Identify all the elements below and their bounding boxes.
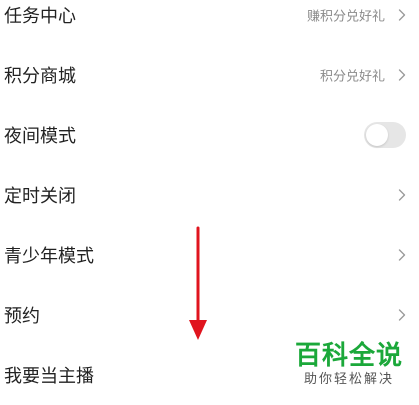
settings-item-sleep-timer[interactable]: 定时关闭 <box>0 165 419 225</box>
watermark-subtitle: 助你轻松解决 <box>303 372 394 387</box>
toggle-knob <box>366 124 388 146</box>
settings-item-label: 预约 <box>4 306 40 327</box>
settings-item-points-mall[interactable]: 积分商城 积分兑好礼 <box>0 45 419 105</box>
settings-item-value: 赚积分兑好礼 <box>306 9 385 25</box>
watermark-logo: 百科全说 助你轻松解决 <box>293 341 405 389</box>
chevron-right-icon <box>395 308 409 322</box>
settings-item-label: 夜间模式 <box>4 126 76 147</box>
chevron-right-icon <box>395 188 409 202</box>
settings-item-night-mode: 夜间模式 <box>0 105 419 165</box>
settings-item-label: 积分商城 <box>4 66 76 87</box>
night-mode-toggle[interactable] <box>364 122 406 148</box>
watermark-title: 百科全说 <box>294 341 403 371</box>
settings-item-label: 定时关闭 <box>4 186 76 207</box>
settings-item-value: 积分兑好礼 <box>319 69 385 85</box>
settings-item-label: 青少年模式 <box>4 246 94 267</box>
settings-item-label: 我要当主播 <box>4 366 94 387</box>
settings-item-label: 任务中心 <box>4 6 76 27</box>
settings-item-task-center[interactable]: 任务中心 赚积分兑好礼 <box>0 0 419 45</box>
chevron-right-icon <box>395 8 409 22</box>
chevron-right-icon <box>395 248 409 262</box>
chevron-right-icon <box>395 68 409 82</box>
arrow-down-icon <box>186 226 210 342</box>
